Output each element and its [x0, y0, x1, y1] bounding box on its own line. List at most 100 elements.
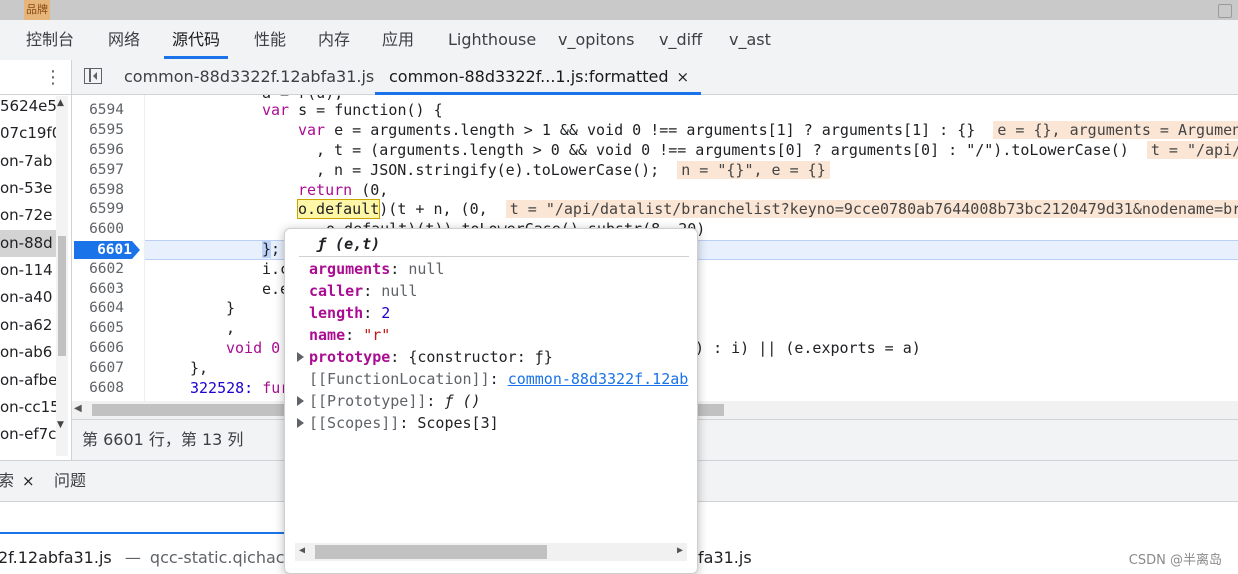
close-tab-icon[interactable]: ×: [22, 472, 35, 490]
popover-property[interactable]: prototype: {constructor: ƒ}: [309, 346, 553, 368]
popover-horizontal-scrollbar[interactable]: ◀ ▶: [295, 543, 687, 561]
inline-value: n = "{}", e = {}: [677, 161, 830, 179]
tab-search-label: 索: [0, 471, 15, 490]
scroll-left-arrow-icon[interactable]: ◀: [74, 403, 82, 414]
search-result-item[interactable]: 2f.12abfa31.js — qcc-static.qichacha.co: [0, 545, 328, 571]
line-number[interactable]: 6607: [72, 358, 124, 378]
line-number[interactable]: 6603: [72, 279, 124, 299]
scrollbar-thumb[interactable]: [315, 545, 547, 559]
inline-value: t = "/api/datalist/branchelist?keyno=9cc…: [505, 200, 1238, 218]
line-number[interactable]: 6604: [72, 298, 124, 318]
breakpoint-marker[interactable]: 6601: [74, 241, 140, 259]
search-input[interactable]: [0, 502, 286, 534]
code-line: }: [226, 299, 236, 317]
scroll-up-arrow-icon[interactable]: ▲: [57, 98, 64, 108]
file-item[interactable]: 07c19f0: [0, 120, 58, 147]
line-number[interactable]: 6608: [72, 378, 124, 398]
file-item[interactable]: on-72e: [0, 202, 58, 229]
line-number[interactable]: 6595: [72, 120, 124, 140]
file-item[interactable]: on-ab6: [0, 339, 58, 366]
code-line-tail: o) : i) || (e.exports = a): [686, 339, 921, 357]
expand-triangle-icon[interactable]: [297, 418, 304, 428]
toggle-navigator-icon[interactable]: [84, 68, 102, 84]
file-item[interactable]: on-cc15: [0, 394, 58, 421]
tab-memory[interactable]: 内存: [318, 20, 350, 60]
scroll-left-arrow-icon[interactable]: ◀: [299, 545, 305, 556]
line-number[interactable]: 6600: [72, 219, 124, 239]
code-line: var e = arguments.length > 1 && void 0 !…: [298, 120, 1238, 140]
tab-lighthouse[interactable]: Lighthouse: [448, 20, 536, 60]
file-item[interactable]: on-114: [0, 257, 58, 284]
code-line: void 0: [226, 339, 281, 357]
popover-title: ƒ (e,t): [317, 235, 381, 253]
tab-v-ast[interactable]: v_ast: [729, 20, 771, 60]
inline-value: e = {}, arguments = Argumen: [993, 121, 1238, 139]
line-number[interactable]: 6597: [72, 160, 124, 180]
code-line-current: };: [262, 240, 281, 258]
popover-property: name: "r": [309, 326, 391, 344]
tab-search[interactable]: 索 ×: [0, 461, 35, 501]
more-options-icon[interactable]: ⋮: [44, 68, 62, 88]
code-line: , n = JSON.stringify(e).toLowerCase(); n…: [316, 160, 830, 180]
navigator-scrollbar[interactable]: ▲ ▼: [56, 96, 68, 456]
file-item[interactable]: on-a40: [0, 284, 58, 311]
file-item[interactable]: on-afbe: [0, 367, 58, 394]
code-line: ,: [226, 319, 236, 337]
watermark: CSDN @半离岛: [1128, 553, 1222, 568]
search-result-tail[interactable]: fa31.js: [698, 545, 752, 571]
code-line: 322528: fur: [190, 379, 290, 397]
file-navigator: ⋮ 5624e5 07c19f0 on-7ab on-53e on-72e on…: [0, 60, 72, 460]
hovered-expression[interactable]: o.default: [296, 199, 381, 219]
line-number[interactable]: 6596: [72, 140, 124, 160]
popover-property: length: 2: [309, 304, 391, 322]
popover-property: [[FunctionLocation]]: common-88d3322f.12…: [309, 370, 689, 388]
file-item[interactable]: on-53e: [0, 175, 58, 202]
line-number[interactable]: 6602: [72, 259, 124, 279]
tab-application[interactable]: 应用: [382, 20, 414, 60]
window-control-icon[interactable]: [1218, 4, 1232, 18]
editor-tab-label: common-88d3322f...1.js:formatted: [389, 67, 669, 86]
editor-tabbar: common-88d3322f.12abfa31.js common-88d33…: [72, 60, 1238, 95]
line-number[interactable]: 6599: [72, 199, 124, 219]
line-number[interactable]: 6605: [72, 318, 124, 338]
popover-divider: [299, 256, 689, 257]
function-preview-popover: ƒ (e,t) arguments: null caller: null len…: [284, 228, 698, 574]
file-item[interactable]: 5624e5: [0, 93, 58, 120]
expand-triangle-icon[interactable]: [297, 352, 304, 362]
scrollbar-thumb[interactable]: [58, 236, 66, 356]
file-item[interactable]: on-a62: [0, 312, 58, 339]
line-gutter: 6594 6595 6596 6597 6598 6599 6600 6601 …: [72, 95, 145, 401]
tab-issues[interactable]: 问题: [54, 461, 86, 501]
tab-network[interactable]: 网络: [108, 20, 140, 60]
popover-property: arguments: null: [309, 260, 445, 278]
code-line: o.default)(t + n, (0, t = "/api/datalist…: [296, 199, 1238, 219]
editor-tab-active[interactable]: common-88d3322f...1.js:formatted ×: [374, 60, 702, 95]
close-tab-icon[interactable]: ×: [677, 68, 690, 86]
file-item[interactable]: on-7ab: [0, 148, 58, 175]
tab-console[interactable]: 控制台: [26, 20, 74, 60]
line-number[interactable]: 6598: [72, 180, 124, 200]
window-title-strip: 品牌: [0, 0, 1238, 20]
inline-value: t = "/api/: [1146, 141, 1238, 159]
tab-v-opitons[interactable]: v_opitons: [558, 20, 634, 60]
scroll-down-arrow-icon[interactable]: ▼: [57, 420, 64, 430]
file-item[interactable]: on-ef7c: [0, 421, 58, 448]
tab-v-diff[interactable]: v_diff: [659, 20, 702, 60]
editor-tab[interactable]: common-88d3322f.12abfa31.js: [124, 60, 374, 94]
line-number[interactable]: 6594: [72, 100, 124, 120]
devtools-tabbar: 控制台 网络 源代码 性能 内存 应用 Lighthouse v_opitons…: [0, 20, 1238, 61]
code-line: },: [190, 359, 209, 377]
cursor-position: 第 6601 行，第 13 列: [82, 430, 244, 449]
code-line: return (0,: [298, 181, 389, 199]
code-line: var s = function() {: [262, 101, 443, 119]
file-item-selected[interactable]: on-88d: [0, 230, 58, 257]
tab-performance[interactable]: 性能: [254, 20, 286, 60]
popover-property[interactable]: [[Scopes]]: Scopes[3]: [309, 412, 499, 434]
popover-property[interactable]: [[Prototype]]: ƒ (): [309, 390, 481, 412]
scroll-right-arrow-icon[interactable]: ▶: [677, 545, 683, 556]
function-location-link[interactable]: common-88d3322f.12ab: [508, 370, 689, 388]
line-number[interactable]: 6606: [72, 338, 124, 358]
tab-sources[interactable]: 源代码: [163, 20, 229, 60]
expand-triangle-icon[interactable]: [297, 396, 304, 406]
popover-property: caller: null: [309, 282, 418, 300]
